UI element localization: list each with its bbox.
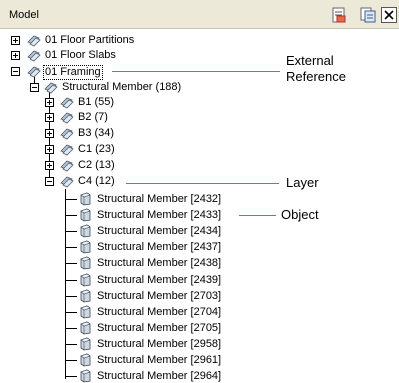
tree-connector [65,296,77,297]
tree-item-layer[interactable]: B3 (34) [78,127,114,140]
layer-folder-icon [27,35,41,47]
tree-item-object[interactable]: Structural Member [2432] [97,193,221,206]
panel-header: Model [0,0,399,29]
layer-folder-icon [60,97,74,109]
tree-connector [65,280,77,281]
expand-icon[interactable] [45,145,54,154]
structural-member-icon [80,224,91,238]
layer-folder-icon [27,66,41,78]
layers-icon[interactable] [360,7,376,23]
tree-item-object[interactable]: Structural Member [2703] [97,290,221,303]
layer-folder-icon [44,82,58,94]
callout-layer: Layer [286,175,319,190]
expand-icon[interactable] [45,129,54,138]
structural-member-icon [80,321,91,335]
properties-icon[interactable] [331,7,347,23]
expand-icon[interactable] [45,113,54,122]
structural-member-icon [80,305,91,319]
structural-member-icon [80,369,91,383]
model-panel: Model 01 Floor Partitions 01 Floor Slabs 0… [0,0,399,383]
tree-item-external-reference[interactable]: 01 Floor Partitions [45,34,134,47]
tree-item-object[interactable]: Structural Member [2705] [97,322,221,335]
tree-item-object[interactable]: Structural Member [2439] [97,274,221,287]
tree-connector [65,344,77,345]
callout-external-reference-line1: External [286,53,334,68]
tree-item-layer[interactable]: C4 (12) [78,175,115,188]
collapse-icon[interactable] [11,67,20,76]
structural-member-icon [80,208,91,222]
tree-connector [65,376,77,377]
structural-member-icon [80,353,91,367]
tree-connector [65,247,77,248]
tree-item-object[interactable]: Structural Member [2438] [97,257,221,270]
layer-folder-icon [60,144,74,156]
tree-item-object[interactable]: Structural Member [2704] [97,306,221,319]
collapse-icon[interactable] [45,177,54,186]
expand-icon[interactable] [45,98,54,107]
tree-connector [65,328,77,329]
collapse-icon[interactable] [30,83,39,92]
expand-icon[interactable] [45,161,54,170]
tree-item-layer[interactable]: C1 (23) [78,143,115,156]
tree-connector [65,360,77,361]
structural-member-icon [80,273,91,287]
tree-connector [65,199,77,200]
structural-member-icon [80,256,91,270]
tree-item-object[interactable]: Structural Member [2964] [97,370,221,383]
callout-external-reference-line2: Reference [286,69,346,84]
tree-connector [65,215,77,216]
layer-folder-icon [60,128,74,140]
tree-item-object[interactable]: Structural Member [2434] [97,225,221,238]
layer-folder-icon [60,112,74,124]
tree-item-object[interactable]: Structural Member [2437] [97,241,221,254]
tree-item-external-reference[interactable]: 01 Framing [43,65,103,80]
structural-member-icon [80,240,91,254]
tree-connector [65,231,77,232]
structural-member-icon [80,289,91,303]
tree-item-layer[interactable]: C2 (13) [78,159,115,172]
structural-member-icon [80,337,91,351]
tree-item-object[interactable]: Structural Member [2961] [97,354,221,367]
tree-connector [65,189,66,379]
tree-connector [65,312,77,313]
callout-line-external-reference [112,71,280,72]
structural-member-icon [80,192,91,206]
tree-item-object[interactable]: Structural Member [2958] [97,338,221,351]
tree-item-group[interactable]: Structural Member (188) [62,81,181,94]
tree-item-object[interactable]: Structural Member [2433] [97,209,221,222]
tree-item-layer[interactable]: B1 (55) [78,96,114,109]
panel-title: Model [9,9,39,21]
layer-folder-icon [27,50,41,62]
layer-folder-icon [60,160,74,172]
close-icon[interactable] [381,7,397,23]
tree-item-layer[interactable]: B2 (7) [78,111,108,124]
callout-object: Object [281,207,319,222]
expand-icon[interactable] [11,51,20,60]
expand-icon[interactable] [11,36,20,45]
callout-line-layer [126,183,279,184]
tree-connector [65,263,77,264]
tree-item-external-reference[interactable]: 01 Floor Slabs [45,49,116,62]
layer-folder-icon [60,176,74,188]
callout-line-object [239,215,276,216]
